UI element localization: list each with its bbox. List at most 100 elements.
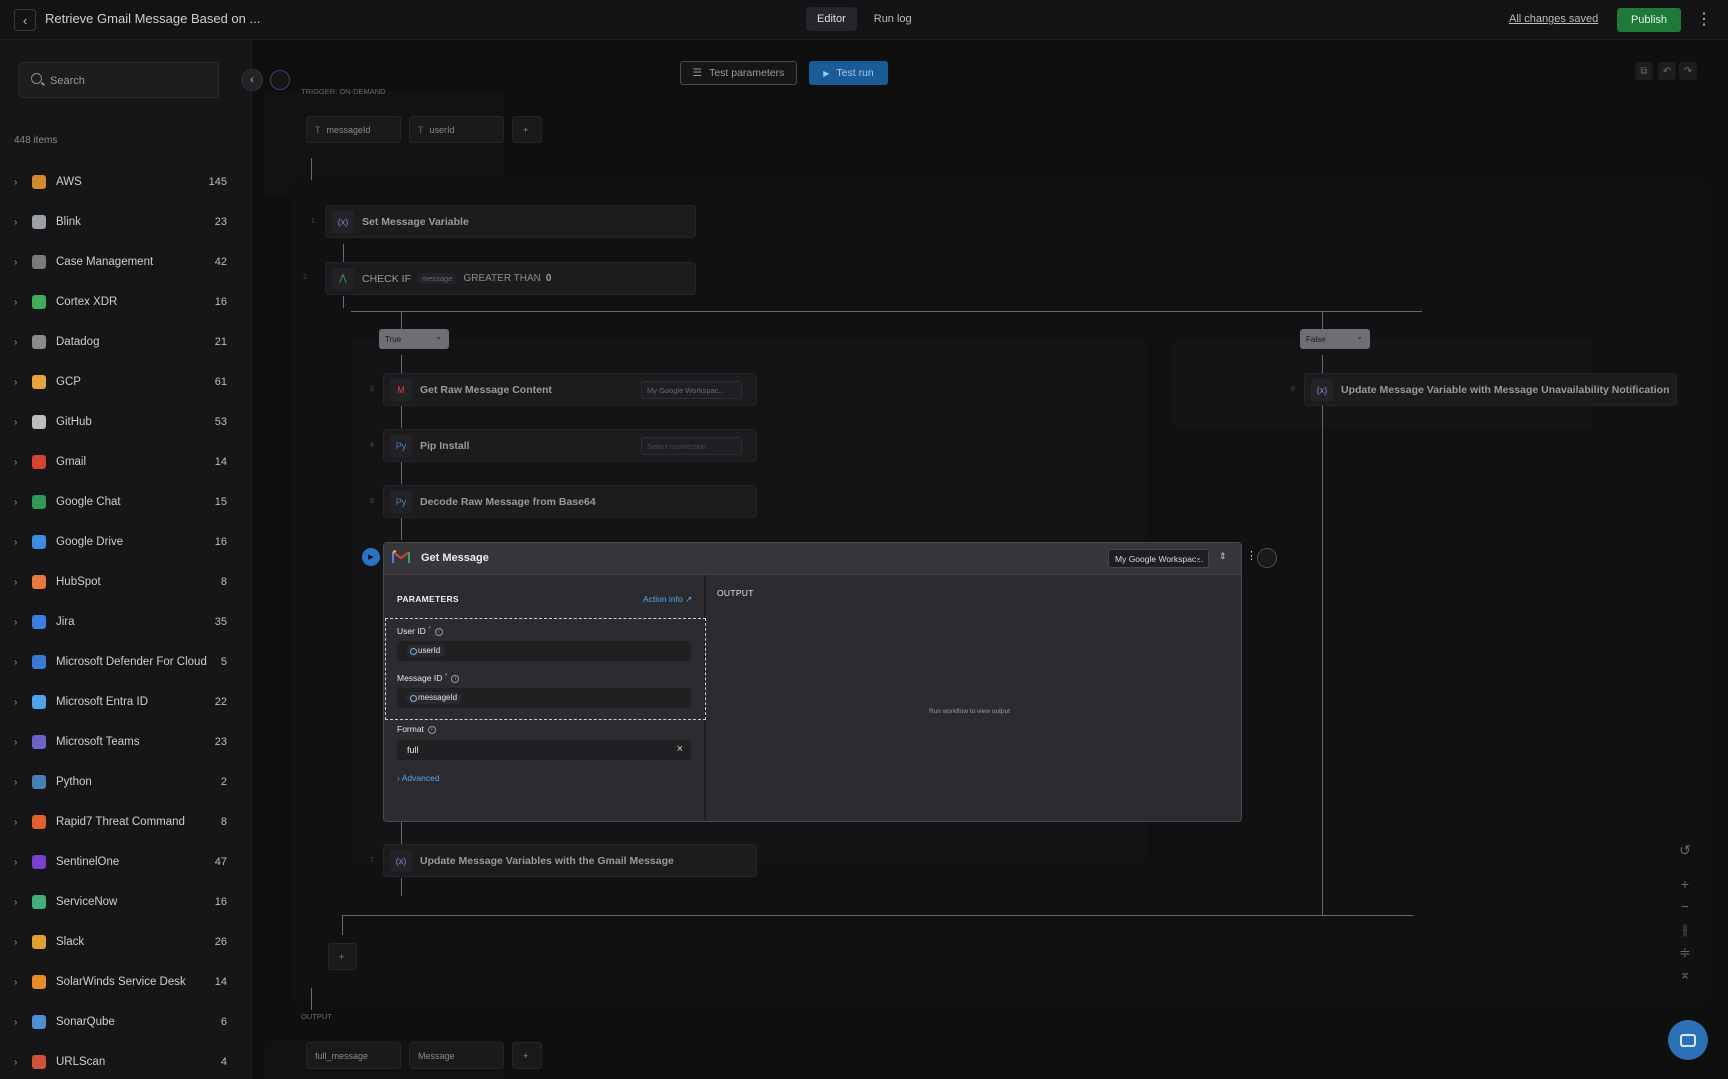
zoom-out-icon[interactable]: − xyxy=(1676,898,1694,914)
sidebar-item-aws[interactable]: › AWS 145 xyxy=(0,162,251,202)
tab-run-log[interactable]: Run log xyxy=(863,7,923,31)
trigger-param-userid[interactable]: TuserId xyxy=(409,116,504,143)
output-param-full-message[interactable]: full_message xyxy=(306,1042,401,1069)
step-check-if[interactable]: ⋀ CHECK IF message GREATER THAN 0 xyxy=(325,262,696,295)
step-number: 1 xyxy=(311,218,315,225)
back-button[interactable]: ‹ xyxy=(14,9,36,31)
chevron-right-icon: › xyxy=(14,616,18,628)
format-field[interactable]: full × xyxy=(397,740,691,760)
get-message-card[interactable]: Get Message My Google Workspac... ⌄ ⇕ PA… xyxy=(383,542,1242,822)
sidebar-item-servicenow[interactable]: › ServiceNow 16 xyxy=(0,882,251,922)
sidebar-item-label: SonarQube xyxy=(56,1016,115,1028)
save-status-link[interactable]: All changes saved xyxy=(1509,13,1598,25)
step-update-unavailability[interactable]: (x) Update Message Variable with Message… xyxy=(1304,373,1677,406)
action-info-label: Action info xyxy=(643,594,683,604)
sidebar-item-microsoft-defender-for-cloud[interactable]: › Microsoft Defender For Cloud 5 xyxy=(0,642,251,682)
chevron-right-icon: › xyxy=(14,256,18,268)
connection-label: My Google Workspac... xyxy=(1115,553,1204,564)
sidebar-item-urlscan[interactable]: › URLScan 4 xyxy=(0,1042,251,1079)
message-id-field[interactable]: messageId xyxy=(397,688,691,708)
step-get-raw-message-content[interactable]: M Get Raw Message Content My Google Work… xyxy=(383,373,757,406)
sidebar-item-microsoft-entra-id[interactable]: › Microsoft Entra ID 22 xyxy=(0,682,251,722)
sidebar-item-cortex-xdr[interactable]: › Cortex XDR 16 xyxy=(0,282,251,322)
sidebar-item-blink[interactable]: › Blink 23 xyxy=(0,202,251,242)
trigger-param-messageid[interactable]: TmessageId xyxy=(306,116,401,143)
app-icon xyxy=(32,815,46,829)
expand-collapse-icon[interactable]: ⇕ xyxy=(1219,551,1227,562)
search-input[interactable] xyxy=(50,72,210,90)
gmail-icon xyxy=(392,550,410,563)
step-set-message-variable[interactable]: (x) Set Message Variable xyxy=(325,205,696,238)
list-icon: ☰ xyxy=(692,67,703,79)
sidebar-item-google-drive[interactable]: › Google Drive 16 xyxy=(0,522,251,562)
user-id-token[interactable]: userId xyxy=(406,645,446,657)
reset-view-icon[interactable]: ↺ xyxy=(1676,842,1694,859)
sidebar-item-jira[interactable]: › Jira 35 xyxy=(0,602,251,642)
clear-icon[interactable]: × xyxy=(677,743,683,755)
chat-icon xyxy=(1680,1033,1696,1047)
step-update-message-variables[interactable]: (x) Update Message Variables with the Gm… xyxy=(383,844,757,877)
output-param-message[interactable]: Message xyxy=(409,1042,504,1069)
chevron-right-icon: › xyxy=(14,376,18,388)
sidebar-item-hubspot[interactable]: › HubSpot 8 xyxy=(0,562,251,602)
step-decode-raw-message[interactable]: Py Decode Raw Message from Base64 xyxy=(383,485,757,518)
undo-icon[interactable]: ↶ xyxy=(1658,62,1676,80)
connection-select[interactable]: My Google Workspac... xyxy=(641,381,742,399)
sidebar-item-gcp[interactable]: › GCP 61 xyxy=(0,362,251,402)
sidebar-item-google-chat[interactable]: › Google Chat 15 xyxy=(0,482,251,522)
sidebar-item-github[interactable]: › GitHub 53 xyxy=(0,402,251,442)
sidebar-item-label: Blink xyxy=(56,216,81,228)
publish-button[interactable]: Publish xyxy=(1617,8,1681,32)
chevron-right-icon: › xyxy=(14,816,18,828)
app-list: › AWS 145 › Blink 23 › Case Management 42 › Cortex… xyxy=(0,162,251,1079)
fit-horizontal-icon[interactable]: ⫲ xyxy=(1676,921,1694,938)
add-step-button[interactable]: + xyxy=(328,943,357,970)
zoom-in-icon[interactable]: + xyxy=(1676,876,1694,892)
sidebar-item-gmail[interactable]: › Gmail 14 xyxy=(0,442,251,482)
sidebar-item-label: GitHub xyxy=(56,416,92,428)
message-id-token[interactable]: messageId xyxy=(406,692,463,704)
app-icon xyxy=(32,935,46,949)
sidebar-item-count: 42 xyxy=(214,256,227,268)
sidebar-item-sonarqube[interactable]: › SonarQube 6 xyxy=(0,1002,251,1042)
step-number: 7 xyxy=(370,857,374,864)
test-run-button[interactable]: ▶ Test run xyxy=(809,61,888,85)
add-output-param-button[interactable]: + xyxy=(512,1042,542,1069)
run-step-button[interactable]: ▶ xyxy=(362,548,380,566)
test-parameters-button[interactable]: ☰ Test parameters xyxy=(680,61,797,85)
sidebar-item-label: Datadog xyxy=(56,336,100,348)
app-icon xyxy=(32,735,46,749)
trigger-icon[interactable] xyxy=(270,70,290,90)
step-pip-install[interactable]: Py Pip Install Select connection xyxy=(383,429,757,462)
fit-vertical-icon[interactable]: ≑ xyxy=(1676,944,1694,961)
connection-select[interactable]: Select connection xyxy=(641,437,742,455)
sidebar-item-count: 8 xyxy=(220,816,227,828)
card-more-options-icon[interactable]: ⋮ xyxy=(1246,549,1257,562)
sidebar-item-count: 26 xyxy=(214,936,227,948)
redo-icon[interactable]: ↷ xyxy=(1679,62,1697,80)
chat-support-button[interactable] xyxy=(1668,1020,1708,1060)
sidebar-item-microsoft-teams[interactable]: › Microsoft Teams 23 xyxy=(0,722,251,762)
false-branch-select[interactable]: False ⌄ xyxy=(1300,329,1370,349)
copy-icon[interactable]: ⧉ xyxy=(1635,62,1653,80)
more-options-icon[interactable]: ⋮ xyxy=(1696,9,1712,29)
add-trigger-param-button[interactable]: + xyxy=(512,116,542,143)
chevron-right-icon: › xyxy=(14,336,18,348)
sidebar-item-slack[interactable]: › Slack 26 xyxy=(0,922,251,962)
action-info-link[interactable]: Action info ↗ xyxy=(643,594,692,605)
card-connection-select[interactable]: My Google Workspac... ⌄ xyxy=(1108,549,1209,568)
collapse-all-icon[interactable]: ⌅ xyxy=(1676,966,1694,983)
true-branch-select[interactable]: True ⌄ xyxy=(379,329,449,349)
advanced-toggle[interactable]: › Advanced xyxy=(397,773,440,783)
sidebar-item-rapid7-threat-command[interactable]: › Rapid7 Threat Command 8 xyxy=(0,802,251,842)
chevron-right-icon: › xyxy=(14,496,18,508)
card-trigger-icon[interactable] xyxy=(1257,548,1277,568)
collapse-sidebar-button[interactable]: ‹ xyxy=(241,69,263,91)
sidebar-item-solarwinds-service-desk[interactable]: › SolarWinds Service Desk 14 xyxy=(0,962,251,1002)
sidebar-item-case-management[interactable]: › Case Management 42 xyxy=(0,242,251,282)
sidebar-item-python[interactable]: › Python 2 xyxy=(0,762,251,802)
sidebar-item-sentinelone[interactable]: › SentinelOne 47 xyxy=(0,842,251,882)
sidebar-item-datadog[interactable]: › Datadog 21 xyxy=(0,322,251,362)
user-id-field[interactable]: userId xyxy=(397,641,691,661)
tab-editor[interactable]: Editor xyxy=(806,7,857,31)
